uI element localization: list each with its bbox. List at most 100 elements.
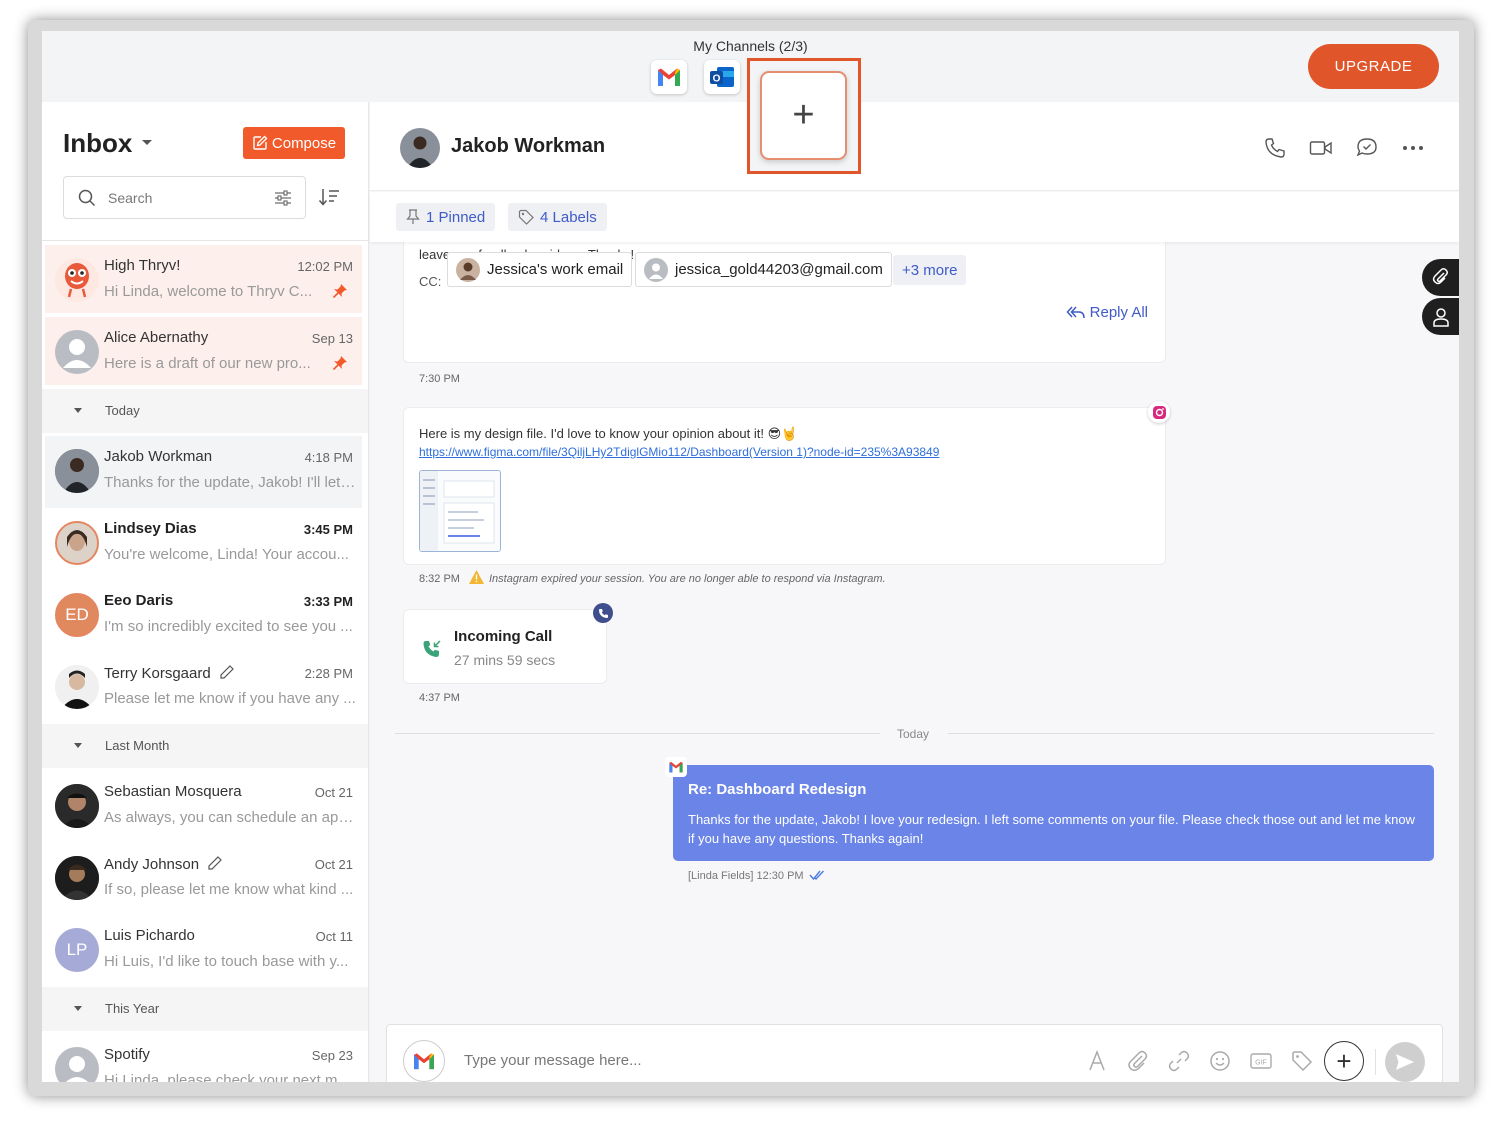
gmail-icon [669, 761, 683, 773]
pin-icon[interactable] [332, 283, 348, 304]
instagram-message-card: Here is my design file. I'd love to know… [403, 401, 1170, 565]
outlook-icon: O [710, 67, 734, 87]
person-photo-icon [55, 856, 99, 900]
contact-name: Luis Pichardo [104, 927, 195, 944]
chevron-down-icon[interactable] [142, 140, 152, 145]
conversation-item[interactable]: Alice Abernathy Sep 13 Here is a draft o… [45, 317, 362, 385]
conversation-item-selected[interactable]: Jakob Workman 4:18 PM Thanks for the upd… [45, 436, 362, 508]
tag-icon[interactable] [1290, 1049, 1314, 1073]
file-thumbnail[interactable] [419, 470, 501, 552]
user-placeholder-icon [63, 339, 91, 368]
date-divider-line [948, 733, 1434, 734]
message-composer: Type your message here... GIF + [386, 1024, 1443, 1082]
sort-button[interactable] [318, 187, 340, 212]
app-window: My Channels (2/3) O UPGRADE + Inbox Comp… [42, 31, 1459, 1082]
pin-icon[interactable] [332, 355, 348, 376]
email-message-card: leave any feedback or ideas. Thanks! CC:… [403, 242, 1166, 363]
video-icon[interactable] [1309, 136, 1333, 160]
phone-icon[interactable] [1263, 136, 1287, 160]
message-time: 4:18 PM [304, 450, 353, 465]
conversation-header: Jakob Workman [370, 102, 1459, 191]
gif-icon[interactable]: GIF [1249, 1049, 1273, 1073]
group-label: This Year [105, 1001, 160, 1016]
message-text: Here is my design file. I'd love to know… [419, 426, 798, 441]
cc-more-button[interactable]: +3 more [893, 255, 967, 285]
contact-name-header: Jakob Workman [451, 135, 606, 157]
avatar [55, 258, 99, 302]
reply-all-label: Reply All [1089, 304, 1148, 321]
reply-all-icon [1066, 305, 1085, 318]
chat-bubble-icon[interactable] [1355, 136, 1379, 160]
contact-name: High Thryv! [104, 257, 181, 274]
contact-panel-button[interactable] [1422, 298, 1459, 335]
cc-recipient-chip[interactable]: jessica_gold44203@gmail.com [635, 252, 892, 287]
figma-link[interactable]: https://www.figma.com/file/3QiljLHy2Tdig… [419, 445, 939, 459]
reply-all-button[interactable]: Reply All [1066, 304, 1148, 321]
conversation-item[interactable]: ED Eeo Daris 3:33 PM I'm so incredibly e… [45, 580, 362, 652]
person-photo-icon [57, 523, 97, 563]
message-timestamp: 8:32 PM [419, 573, 460, 585]
contact-name: Spotify [104, 1046, 150, 1063]
paperclip-icon [1432, 267, 1448, 284]
pencil-icon[interactable] [207, 855, 223, 875]
outlook-channel-button[interactable]: O [704, 60, 740, 94]
gmail-icon [658, 68, 680, 86]
text-format-icon[interactable] [1085, 1049, 1109, 1073]
conversation-item[interactable]: Lindsey Dias 3:45 PM You're welcome, Lin… [45, 508, 362, 580]
send-icon [1396, 1054, 1414, 1070]
compose-label: Compose [271, 134, 337, 152]
pinned-chip[interactable]: 1 Pinned [396, 203, 496, 231]
person-photo-icon [55, 449, 99, 493]
inbox-title[interactable]: Inbox [63, 128, 132, 159]
caret-down-icon [74, 1006, 82, 1011]
gmail-channel-button[interactable] [651, 60, 687, 94]
pinned-chip-label: 1 Pinned [426, 208, 486, 226]
message-input[interactable]: Type your message here... [464, 1052, 642, 1069]
labels-chip[interactable]: 4 Labels [508, 203, 607, 231]
group-header-last-month[interactable]: Last Month [42, 724, 368, 768]
avatar [456, 257, 480, 282]
conversation-item[interactable]: Spotify Sep 23 Hi Linda, please check yo… [45, 1034, 362, 1082]
conversation-item[interactable]: LP Luis Pichardo Oct 11 Hi Luis, I'd lik… [45, 915, 362, 987]
call-card: Incoming Call 27 mins 59 secs [403, 603, 613, 684]
instagram-expired-warning: Instagram expired your session. You are … [489, 573, 886, 585]
upgrade-button[interactable]: UPGRADE [1308, 44, 1439, 89]
emoji-icon[interactable] [1208, 1049, 1232, 1073]
pinned-labels-bar: 1 Pinned 4 Labels [370, 192, 1459, 242]
message-time: Sep 13 [311, 331, 353, 346]
conversation-item[interactable]: Sebastian Mosquera Oct 21 As always, you… [45, 771, 362, 843]
message-preview: Please let me know if you have any ... [104, 690, 356, 707]
search-input[interactable]: Search [63, 176, 306, 219]
group-header-today[interactable]: Today [42, 389, 368, 433]
more-options-icon[interactable] [1401, 136, 1425, 160]
avatar [55, 856, 99, 900]
attachments-panel-button[interactable] [1422, 259, 1459, 296]
message-thread: leave any feedback or ideas. Thanks! CC:… [370, 242, 1459, 1022]
add-channel-button[interactable]: + [760, 71, 847, 160]
conversation-item[interactable]: Terry Korsgaard 2:28 PM Please let me kn… [45, 652, 362, 724]
compose-button[interactable]: Compose [243, 127, 345, 159]
conversation-item[interactable]: Andy Johnson Oct 21 If so, please let me… [45, 843, 362, 915]
send-button[interactable] [1385, 1042, 1425, 1082]
filter-sliders-icon[interactable] [273, 188, 293, 208]
group-header-this-year[interactable]: This Year [42, 987, 368, 1031]
message-preview: As always, you can schedule an app... [104, 809, 356, 826]
caret-down-icon [74, 408, 82, 413]
link-icon[interactable] [1167, 1049, 1191, 1073]
channel-selector[interactable] [403, 1040, 445, 1082]
email-body: Thanks for the update, Jakob! I love you… [688, 812, 1415, 846]
cc-recipient-email: jessica_gold44203@gmail.com [675, 261, 883, 278]
avatar [55, 521, 99, 565]
contact-name: Jakob Workman [104, 448, 213, 465]
contact-name-text: Terry Korsgaard [104, 665, 211, 682]
contact-name: Alice Abernathy [104, 329, 209, 346]
message-time: Oct 21 [314, 857, 353, 872]
pencil-icon[interactable] [219, 664, 235, 684]
svg-text:GIF: GIF [1255, 1060, 1267, 1067]
attachment-icon[interactable] [1126, 1049, 1150, 1073]
person-photo-icon [55, 784, 99, 828]
conversation-item[interactable]: High Thryv! 12:02 PM Hi Linda, welcome t… [45, 245, 362, 313]
contact-name: Eeo Daris [104, 592, 174, 609]
add-action-button[interactable]: + [1324, 1041, 1364, 1081]
cc-recipient-chip[interactable]: Jessica's work email [447, 252, 633, 287]
